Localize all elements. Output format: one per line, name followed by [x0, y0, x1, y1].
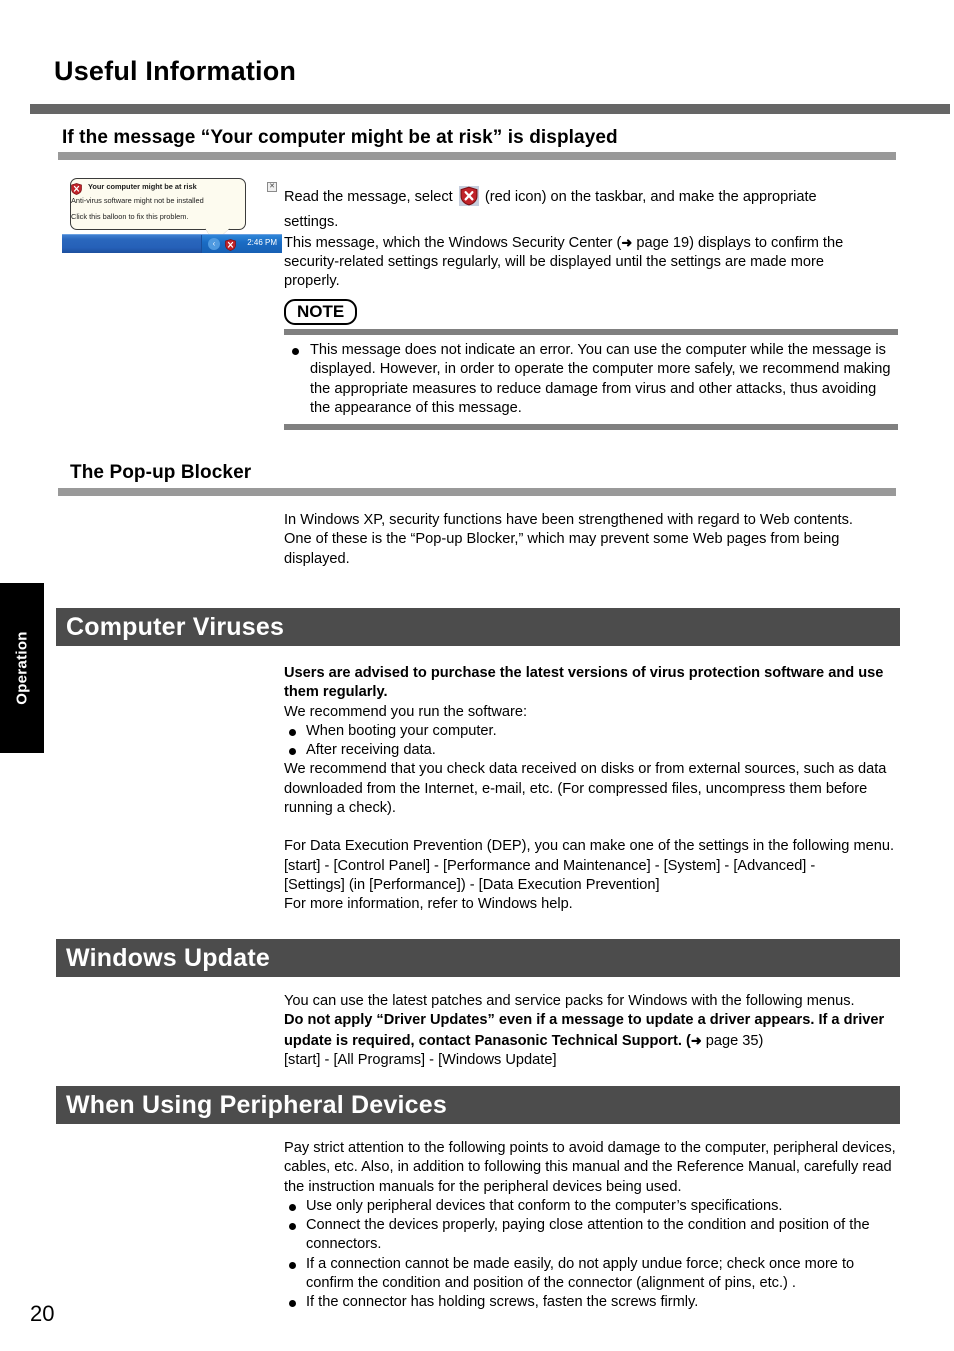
heading-popup-blocker: The Pop-up Blocker	[70, 462, 252, 483]
popup-para-1: In Windows XP, security functions have b…	[284, 512, 853, 528]
balloon-line-2: Click this balloon to fix this problem.	[71, 212, 189, 221]
list-item: If a connection cannot be made easily, d…	[284, 1255, 902, 1294]
risk-para-2a: This message, which the Windows Security…	[284, 234, 622, 251]
section-band-windows-update: Windows Update	[56, 939, 900, 977]
heading-popup-underline	[58, 488, 896, 496]
update-para-path: [start] - [All Programs] - [Windows Upda…	[284, 1051, 557, 1068]
risk-para-settings: settings.	[284, 214, 339, 231]
peripheral-bullet-list: Use only peripheral devices that conform…	[284, 1197, 902, 1313]
taskbar-balloon-screenshot: Your computer might be at risk ✕ Anti-vi…	[62, 178, 282, 253]
section-band-computer-viruses: Computer Viruses	[56, 608, 900, 646]
risk-para-1-pre: Read the message, select	[284, 189, 457, 205]
section-band-peripheral-devices: When Using Peripheral Devices	[56, 1086, 900, 1124]
popup-body-text: In Windows XP, security functions have b…	[284, 511, 898, 569]
page-title: Useful Information	[54, 56, 297, 86]
list-item: Connect the devices properly, paying clo…	[284, 1216, 902, 1255]
note-list: This message does not indicate an error.…	[284, 341, 892, 418]
viruses-intro-normal: We recommend you run the software:	[284, 703, 528, 720]
viruses-para-check: We recommend that you check data receive…	[284, 761, 887, 817]
risk-para-1: Read the message, select (red icon) on t…	[284, 186, 900, 207]
risk-para-2b: page 19) displays to confirm the	[632, 234, 844, 251]
note-body: This message does not indicate an error.…	[284, 335, 892, 418]
risk-para-1-post: (red icon) on the taskbar, and make the …	[480, 189, 817, 205]
note-block: NOTE This message does not indicate an e…	[284, 299, 898, 431]
page-number: 20	[30, 1301, 55, 1326]
list-item: If the connector has holding screws, fas…	[284, 1293, 902, 1312]
band-title: Windows Update	[66, 943, 270, 972]
update-body-text: You can use the latest patches and servi…	[284, 992, 902, 1070]
system-tray: ‹ 2:46 PM	[201, 235, 282, 253]
note-badge: NOTE	[284, 299, 358, 325]
tray-chevron-icon[interactable]: ‹	[208, 238, 220, 250]
list-item: Use only peripheral devices that conform…	[284, 1197, 902, 1216]
band-title: Computer Viruses	[66, 612, 285, 641]
balloon-line-1: Anti-virus software might not be install…	[71, 196, 204, 205]
popup-para-2: One of these is the “Pop-up Blocker,” wh…	[284, 531, 840, 567]
red-shield-icon	[458, 186, 479, 206]
tray-red-shield-icon[interactable]	[225, 238, 236, 251]
side-tab-label: Operation	[13, 631, 31, 705]
risk-para-2: This message, which the Windows Security…	[284, 233, 900, 253]
viruses-bullet-list: When booting your computer. After receiv…	[284, 722, 902, 761]
arrow-right-icon: ➜	[690, 1032, 702, 1048]
taskbar-clock: 2:46 PM	[247, 238, 277, 247]
risk-para-4: properly.	[284, 273, 340, 290]
band-title: When Using Peripheral Devices	[66, 1090, 447, 1119]
risk-body-text: Read the message, select (red icon) on t…	[284, 186, 900, 291]
update-para-bold: Do not apply “Driver Updates” even if a …	[284, 1011, 902, 1051]
viruses-para-more: For more information, refer to Windows h…	[284, 896, 573, 913]
list-item: This message does not indicate an error.…	[284, 341, 892, 418]
viruses-body-text: Users are advised to purchase the latest…	[284, 664, 902, 915]
balloon-title: Your computer might be at risk	[88, 182, 197, 191]
arrow-right-icon: ➜	[621, 234, 633, 250]
peripheral-body-text: Pay strict attention to the following po…	[284, 1139, 902, 1313]
update-para-bold-b: page 35)	[701, 1032, 764, 1049]
update-para-1: You can use the latest patches and servi…	[284, 993, 855, 1009]
balloon-close-icon[interactable]: ✕	[267, 182, 277, 192]
note-rule-bottom	[284, 424, 898, 431]
list-item: After receiving data.	[284, 741, 902, 760]
title-divider	[30, 104, 950, 114]
side-tab-operation: Operation	[0, 583, 44, 753]
viruses-para-path-1: [start] - [Control Panel] - [Performance…	[284, 857, 816, 874]
viruses-para-dep: For Data Execution Prevention (DEP), you…	[284, 838, 895, 855]
balloon-red-shield-icon	[71, 182, 82, 195]
update-para-bold-a: Do not apply “Driver Updates” even if a …	[284, 1012, 885, 1049]
heading-risk-message: If the message “Your computer might be a…	[62, 127, 618, 148]
risk-para-3: security-related settings regularly, wil…	[284, 253, 824, 270]
list-item: When booting your computer.	[284, 722, 902, 741]
viruses-para-path-2: [Settings] (in [Performance]) - [Data Ex…	[284, 876, 660, 893]
viruses-intro-bold: Users are advised to purchase the latest…	[284, 665, 884, 701]
heading-risk-underline	[58, 152, 896, 160]
windows-taskbar: ‹ 2:46 PM	[62, 234, 282, 253]
peripheral-intro: Pay strict attention to the following po…	[284, 1140, 896, 1195]
